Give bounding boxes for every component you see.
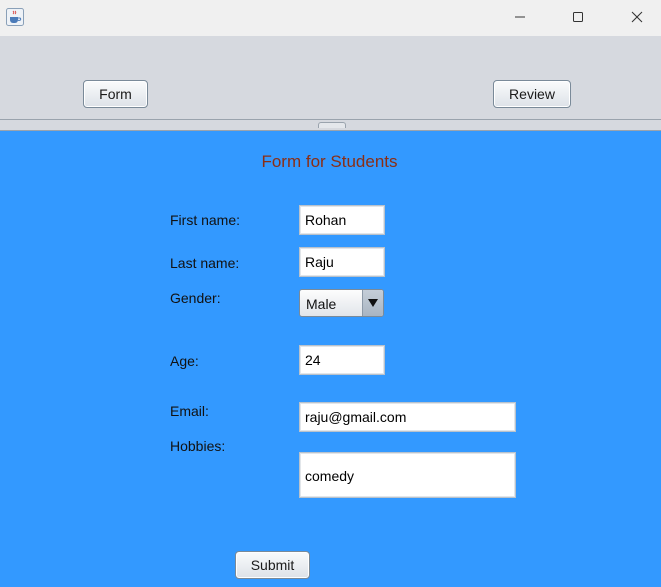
triangle-down-icon	[368, 299, 378, 307]
last-name-label: Last name:	[170, 255, 240, 271]
gender-dropdown[interactable]: Male	[299, 289, 384, 317]
hobbies-textarea[interactable]: comedy	[299, 452, 516, 498]
java-cup-icon	[6, 8, 24, 26]
last-name-field[interactable]	[299, 247, 385, 277]
maximize-button[interactable]	[555, 0, 601, 34]
age-field[interactable]	[299, 345, 385, 375]
first-name-field[interactable]	[299, 205, 385, 235]
review-button[interactable]: Review	[493, 80, 571, 108]
email-field[interactable]	[299, 402, 516, 432]
form-title: Form for Students	[261, 152, 398, 171]
minimize-icon	[515, 16, 525, 18]
age-label: Age:	[170, 353, 199, 369]
first-name-label: First name:	[170, 212, 241, 228]
divider-grip-icon[interactable]	[318, 122, 346, 128]
close-icon	[631, 11, 643, 23]
close-button[interactable]	[614, 0, 660, 34]
app-window: Form Review Form for Students First name…	[0, 0, 661, 587]
email-label: Email:	[170, 403, 209, 419]
form-button[interactable]: Form	[83, 80, 148, 108]
minimize-button[interactable]	[497, 0, 543, 34]
dropdown-arrow-button[interactable]	[362, 290, 383, 316]
gender-selected-value: Male	[306, 296, 337, 312]
split-divider[interactable]	[0, 119, 661, 131]
submit-button[interactable]: Submit	[235, 551, 310, 579]
gender-label: Gender:	[170, 290, 221, 306]
title-bar	[0, 0, 661, 36]
maximize-icon	[573, 12, 583, 22]
hobbies-label: Hobbies:	[170, 438, 226, 454]
